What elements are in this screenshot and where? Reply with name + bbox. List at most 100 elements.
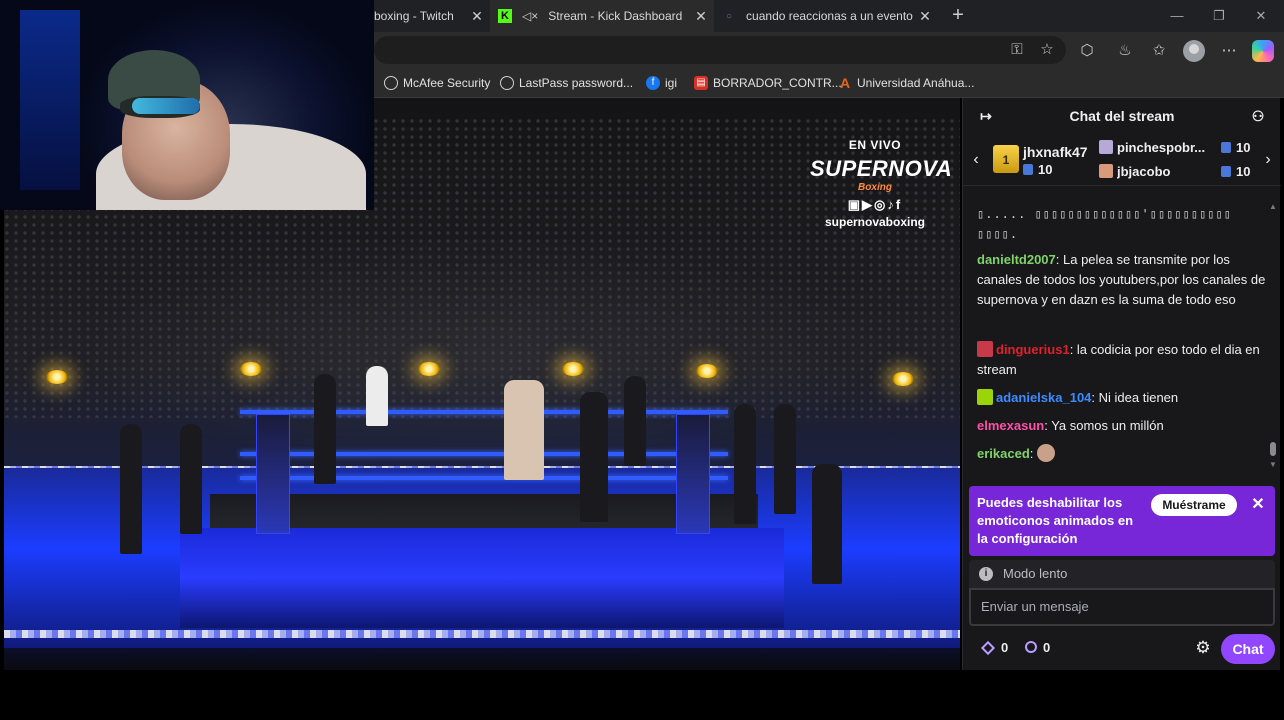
arena-light bbox=[696, 364, 718, 378]
key-icon[interactable]: ⚿ bbox=[1006, 39, 1028, 61]
message-text: ▯..... ▯▯▯▯▯▯▯▯▯▯▯▯▯'▯▯▯▯▯▯▯▯▯▯ ▯▯▯▯. bbox=[977, 207, 1232, 241]
person bbox=[624, 376, 646, 466]
bookmark-label: Universidad Anáhua... bbox=[857, 76, 975, 90]
new-tab-button[interactable]: + bbox=[946, 4, 970, 28]
chat-username[interactable]: erikaced bbox=[977, 446, 1030, 461]
close-icon[interactable]: ✕ bbox=[916, 7, 934, 25]
close-icon[interactable]: ✕ bbox=[468, 7, 486, 25]
social-icons: ▣▶◎♪f bbox=[847, 197, 903, 212]
bookmark-borrador[interactable]: ▤ BORRADOR_CONTR... bbox=[694, 74, 842, 92]
prediction-points[interactable]: 0 bbox=[1025, 640, 1050, 655]
chat-message: ▯..... ▯▯▯▯▯▯▯▯▯▯▯▯▯'▯▯▯▯▯▯▯▯▯▯ ▯▯▯▯. bbox=[977, 204, 1265, 244]
chat-message-input[interactable]: Enviar un mensaje bbox=[969, 588, 1275, 626]
chat-footer: 0 0 ⚙ Chat bbox=[963, 634, 1281, 664]
tab-title: boxing - Twitch bbox=[374, 9, 454, 23]
arena-light bbox=[240, 362, 262, 376]
chat-header: ↦ Chat del stream ⚇ bbox=[963, 98, 1281, 134]
chat-message: erikaced: bbox=[977, 444, 1265, 464]
points-value: 0 bbox=[1043, 640, 1051, 655]
chat-scrollbar[interactable]: ▲ ▼ bbox=[1269, 202, 1277, 472]
message-text: Ya somos un millón bbox=[1051, 418, 1164, 433]
minimize-button[interactable]: — bbox=[1164, 6, 1190, 26]
gift-leader[interactable]: 1 jhxnafk47 10 bbox=[993, 142, 1093, 178]
mute-icon[interactable]: ◁× bbox=[522, 9, 538, 23]
gift-user-icon bbox=[1099, 140, 1113, 154]
send-chat-button[interactable]: Chat bbox=[1221, 634, 1275, 664]
maximize-button[interactable]: ❐ bbox=[1206, 6, 1232, 26]
close-icon[interactable]: ✕ bbox=[1249, 494, 1267, 516]
chevron-left-icon[interactable]: ‹ bbox=[969, 150, 983, 170]
bookmark-mcafee[interactable]: McAfee Security bbox=[384, 74, 490, 92]
bookmark-lastpass[interactable]: LastPass password... bbox=[500, 74, 633, 92]
arena-light bbox=[418, 362, 440, 376]
gift-entry[interactable]: pinchespobr... 10 bbox=[1099, 140, 1269, 158]
gift-sub-icon bbox=[1023, 164, 1033, 175]
globe-icon bbox=[384, 76, 398, 90]
chat-username[interactable]: elmexasun bbox=[977, 418, 1044, 433]
gift-rank: 1 bbox=[1002, 153, 1010, 167]
user-badge-icon bbox=[977, 389, 993, 405]
chat-message: elmexasun: Ya somos un millón bbox=[977, 418, 1164, 433]
person bbox=[366, 366, 388, 426]
university-icon: A bbox=[839, 75, 851, 91]
url-input[interactable]: ⚿ ☆ bbox=[374, 36, 1066, 64]
emote-icon bbox=[1037, 444, 1055, 462]
chat-input-placeholder: Enviar un mensaje bbox=[981, 599, 1089, 614]
community-icon[interactable]: ⚇ bbox=[1249, 107, 1267, 125]
search-icon: ○ bbox=[726, 10, 733, 22]
points-value: 0 bbox=[1001, 640, 1009, 655]
bookmark-anahuac[interactable]: A Universidad Anáhua... bbox=[838, 74, 974, 92]
profile-avatar[interactable] bbox=[1183, 40, 1205, 62]
tab-title: cuando reaccionas a un evento en bbox=[746, 9, 916, 23]
facebook-icon: f bbox=[646, 76, 660, 90]
chat-username[interactable]: adanielska_104 bbox=[996, 390, 1091, 405]
arena-light bbox=[892, 372, 914, 386]
live-label: EN VIVO bbox=[848, 138, 902, 152]
scroll-thumb[interactable] bbox=[1270, 442, 1276, 456]
favorites-icon[interactable]: ✩ bbox=[1148, 40, 1170, 62]
close-window-button[interactable]: ✕ bbox=[1248, 6, 1274, 26]
tab-kick-dashboard[interactable]: K ◁× Stream - Kick Dashboard bbox=[490, 0, 714, 32]
gift-user-name: pinchespobr... bbox=[1117, 140, 1206, 155]
chat-username[interactable]: dinguerius1 bbox=[996, 342, 1070, 357]
person bbox=[504, 380, 544, 480]
scroll-down-icon[interactable]: ▼ bbox=[1269, 460, 1277, 469]
person bbox=[314, 374, 336, 484]
favorite-star-icon[interactable]: ☆ bbox=[1036, 39, 1058, 61]
webcam-feed bbox=[0, 0, 374, 210]
gift-count-value: 10 bbox=[1236, 164, 1251, 179]
ring-post bbox=[256, 414, 290, 534]
points-icon bbox=[980, 640, 996, 656]
chat-username[interactable]: danieltd2007 bbox=[977, 252, 1056, 267]
gift-leader-count: 10 bbox=[1023, 162, 1052, 177]
gear-icon[interactable]: ⚙ bbox=[1193, 638, 1213, 658]
chevron-right-icon[interactable]: › bbox=[1261, 150, 1275, 170]
chat-message: adanielska_104: Ni idea tienen bbox=[977, 388, 1265, 408]
collapse-chat-icon[interactable]: ↦ bbox=[977, 107, 995, 125]
gift-count-value: 10 bbox=[1038, 162, 1053, 177]
user-badge-icon bbox=[977, 341, 993, 357]
tab-search[interactable]: ○ cuando reaccionas a un evento en bbox=[720, 0, 916, 32]
message-text: Ni idea tienen bbox=[1098, 390, 1179, 405]
bookmark-igi[interactable]: f igi bbox=[646, 74, 677, 92]
document-icon: ▤ bbox=[694, 76, 708, 90]
bookmark-label: LastPass password... bbox=[519, 76, 634, 90]
screen: EN VIVO SUPERNOVA Boxing ▣▶◎♪f supernova… bbox=[0, 0, 1284, 720]
gift-entry[interactable]: jbjacobo 10 bbox=[1099, 164, 1269, 182]
arena-light bbox=[46, 370, 68, 384]
extensions-icon[interactable]: ⬡ bbox=[1076, 40, 1098, 62]
info-icon: i bbox=[979, 567, 993, 581]
gift-user-name: jbjacobo bbox=[1117, 164, 1171, 179]
scroll-up-icon[interactable]: ▲ bbox=[1269, 202, 1277, 211]
copilot-icon[interactable] bbox=[1252, 40, 1274, 62]
supernova-overlay: EN VIVO SUPERNOVA Boxing ▣▶◎♪f supernova… bbox=[810, 138, 952, 229]
emote-notice: Puedes deshabilitar los emoticonos anima… bbox=[969, 486, 1275, 556]
timer-icon bbox=[1025, 641, 1037, 653]
channel-points[interactable]: 0 bbox=[980, 640, 1009, 656]
gift-user-count: 10 bbox=[1221, 164, 1250, 179]
more-menu-icon[interactable]: ⋯ bbox=[1218, 40, 1240, 62]
performance-icon[interactable]: ♨ bbox=[1114, 40, 1136, 62]
close-icon[interactable]: ✕ bbox=[692, 7, 710, 25]
show-me-button[interactable]: Muéstrame bbox=[1151, 494, 1237, 516]
boxing-ring bbox=[180, 528, 784, 628]
